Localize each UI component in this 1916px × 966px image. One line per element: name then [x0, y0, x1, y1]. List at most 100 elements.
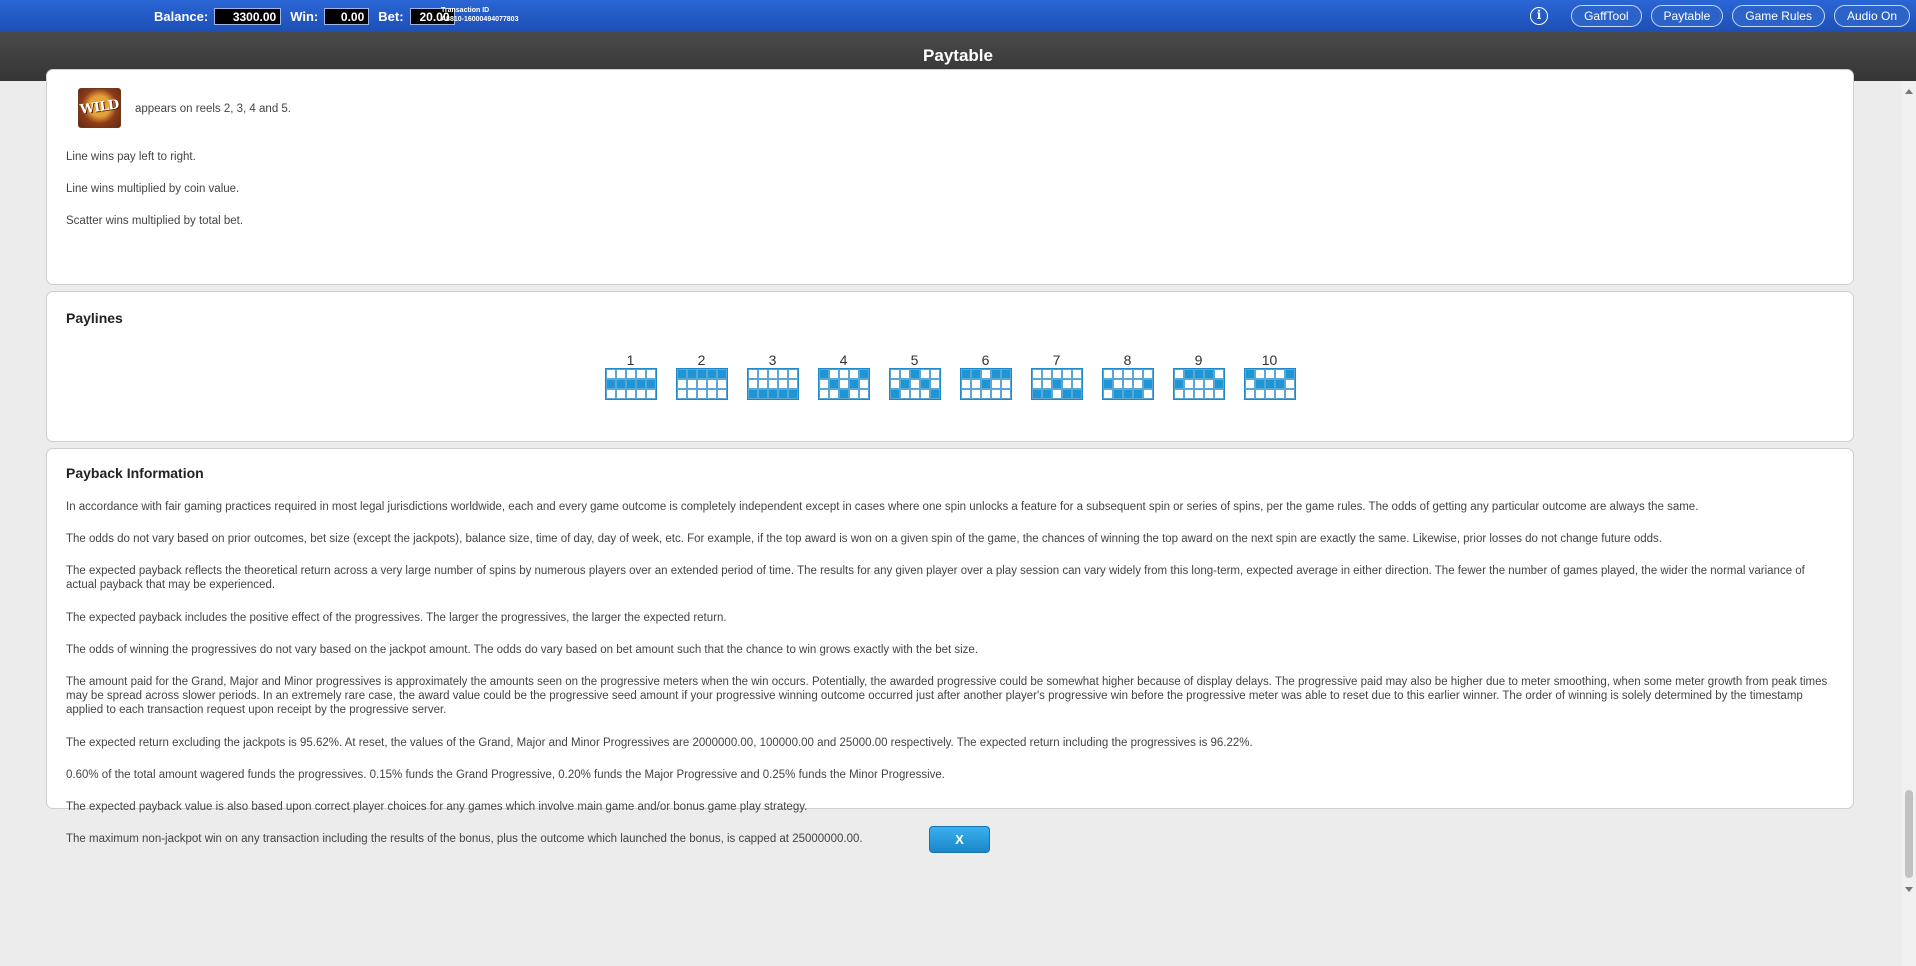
payline-cell — [1184, 379, 1194, 389]
rule-line-coin-value: Line wins multiplied by coin value. — [66, 183, 240, 195]
payline-cell — [1123, 379, 1133, 389]
payline-cell — [1265, 389, 1275, 399]
payline-cell — [626, 369, 636, 379]
payline-grid — [676, 368, 728, 400]
payline-cell-active — [1174, 379, 1184, 389]
payline-cell — [636, 389, 646, 399]
payline-cell — [1143, 389, 1153, 399]
payline-cell-active — [778, 389, 788, 399]
payline-item: 3 — [747, 352, 799, 400]
payline-cell — [758, 369, 768, 379]
payline-cell — [1174, 369, 1184, 379]
close-button[interactable]: X — [929, 826, 990, 853]
payline-cell — [1255, 369, 1265, 379]
payline-cell — [920, 369, 930, 379]
wild-symbol-text: WILD — [79, 97, 120, 118]
payline-cell — [849, 369, 859, 379]
payline-cell-active — [616, 379, 626, 389]
payback-paragraph: The expected return excluding the jackpo… — [66, 737, 1253, 749]
payline-item: 10 — [1244, 352, 1296, 400]
payline-cell-active — [748, 389, 758, 399]
payline-cell — [1072, 369, 1082, 379]
payback-paragraph: In accordance with fair gaming practices… — [66, 501, 1699, 513]
wild-description: appears on reels 2, 3, 4 and 5. — [135, 103, 291, 115]
payline-cell — [1194, 389, 1204, 399]
transaction-value: A8810-16000494077803 — [441, 16, 519, 23]
payline-cell — [1103, 389, 1113, 399]
payline-cell-active — [1062, 389, 1072, 399]
payline-number: 10 — [1261, 352, 1278, 368]
payline-cell — [768, 369, 778, 379]
payback-paragraph: The expected payback includes the positi… — [66, 612, 727, 624]
payline-cell-active — [839, 389, 849, 399]
payline-cell — [1214, 389, 1224, 399]
payline-cell — [859, 379, 869, 389]
top-bar: Balance: 3300.00 Win: 0.00 Bet: 20.00 Tr… — [0, 0, 1916, 32]
payline-cell — [758, 379, 768, 389]
payline-cell — [981, 389, 991, 399]
payline-cell-active — [1042, 389, 1052, 399]
payline-cell — [1214, 369, 1224, 379]
payback-paragraph: 0.60% of the total amount wagered funds … — [66, 769, 945, 781]
info-icon[interactable]: i — [1530, 7, 1549, 25]
scrollbar[interactable] — [1902, 81, 1916, 966]
payline-cell-active — [1265, 379, 1275, 389]
meters: Balance: 3300.00 Win: 0.00 Bet: 20.00 — [154, 8, 464, 25]
payline-cell — [616, 369, 626, 379]
win-value: 0.00 — [324, 8, 370, 25]
payline-cell — [626, 389, 636, 399]
payline-cell-active — [606, 379, 616, 389]
payline-grid — [1173, 368, 1225, 400]
payline-number: 4 — [839, 352, 848, 368]
paylines-heading: Paylines — [66, 310, 123, 326]
payline-grid — [1102, 368, 1154, 400]
payline-cell-active — [697, 369, 707, 379]
payline-cell — [991, 379, 1001, 389]
payline-number: 9 — [1194, 352, 1203, 368]
payline-cell-active — [1214, 379, 1224, 389]
payline-item: 6 — [960, 352, 1012, 400]
payline-cell — [606, 389, 616, 399]
payline-cell-active — [646, 379, 656, 389]
payline-cell — [646, 369, 656, 379]
payline-cell-active — [1133, 389, 1143, 399]
payline-cell — [748, 379, 758, 389]
gafftool-button[interactable]: GaffTool — [1571, 5, 1642, 27]
payline-cell-active — [981, 379, 991, 389]
payline-cell — [900, 369, 910, 379]
payline-cell — [1113, 369, 1123, 379]
payline-cell — [839, 379, 849, 389]
paytable-button[interactable]: Paytable — [1650, 5, 1724, 27]
scroll-up-icon[interactable] — [1905, 89, 1913, 94]
rule-line-left-to-right: Line wins pay left to right. — [66, 151, 196, 163]
payline-cell — [788, 379, 798, 389]
payline-cell — [1052, 369, 1062, 379]
payline-cell — [839, 369, 849, 379]
payline-cell — [1245, 379, 1255, 389]
payback-paragraph: The odds of winning the progressives do … — [66, 644, 979, 656]
payline-cell — [1285, 389, 1295, 399]
payline-item: 2 — [676, 352, 728, 400]
payline-cell — [677, 389, 687, 399]
payline-cell-active — [626, 379, 636, 389]
payline-cell-active — [758, 389, 768, 399]
payline-cell — [1143, 369, 1153, 379]
payline-number: 6 — [981, 352, 990, 368]
payline-number: 2 — [697, 352, 706, 368]
payline-cell — [930, 379, 940, 389]
payline-cell-active — [636, 379, 646, 389]
payline-cell-active — [687, 369, 697, 379]
payline-cell-active — [1204, 369, 1214, 379]
audio-toggle-button[interactable]: Audio On — [1833, 5, 1910, 27]
payline-number: 1 — [626, 352, 635, 368]
payline-cell — [920, 389, 930, 399]
scroll-down-icon[interactable] — [1905, 887, 1913, 892]
payline-item: 1 — [605, 352, 657, 400]
game-rules-button[interactable]: Game Rules — [1732, 5, 1825, 27]
payline-cell — [1174, 389, 1184, 399]
scrollbar-thumb[interactable] — [1905, 790, 1913, 878]
wild-symbol-icon: WILD — [78, 88, 121, 128]
payline-cell — [717, 389, 727, 399]
payline-grid — [747, 368, 799, 400]
payline-cell — [1042, 379, 1052, 389]
